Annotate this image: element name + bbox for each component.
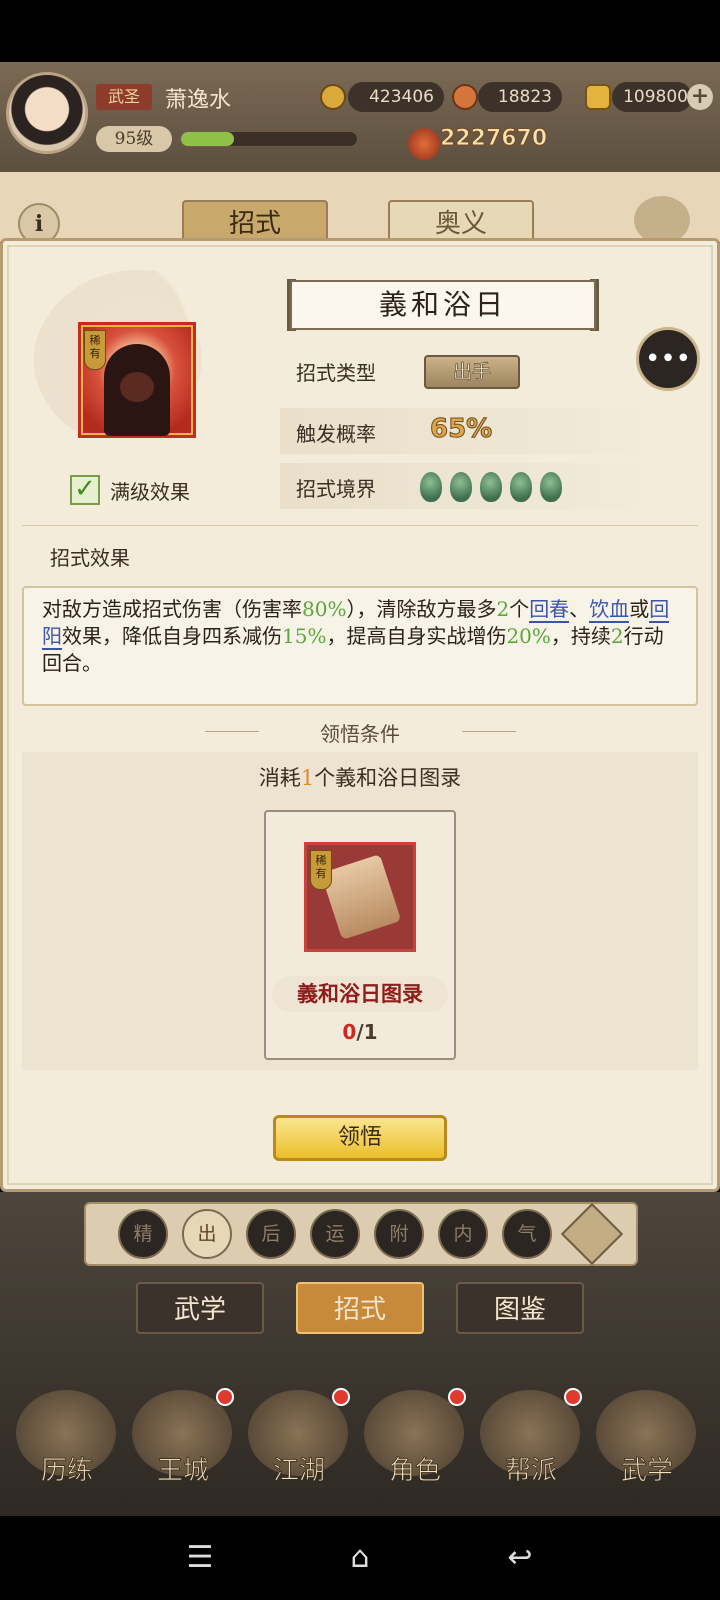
- realm-dot: [420, 472, 442, 502]
- effect-segment: 15%: [282, 624, 327, 648]
- type-value-button[interactable]: 出手: [424, 355, 520, 389]
- notification-dot: [564, 1388, 582, 1406]
- notification-dot: [216, 1388, 234, 1406]
- nav-label-2[interactable]: 江湖: [244, 1450, 354, 1487]
- gem-count: 18823: [478, 82, 562, 112]
- effect-segment: 2: [610, 624, 624, 648]
- effect-link[interactable]: 饮血: [589, 597, 630, 623]
- consume-count: 1: [300, 766, 315, 790]
- coin-count: 423406: [348, 82, 444, 112]
- effect-segment: 效果，降低自身四系减伤: [62, 624, 282, 648]
- player-level: 95级: [96, 126, 172, 152]
- effect-segment: 对敌方造成招式伤害（伤害率: [42, 597, 302, 621]
- effect-link[interactable]: 回春: [529, 597, 570, 623]
- chat-bubble-icon[interactable]: •••: [636, 327, 700, 391]
- effect-segment: 或: [629, 597, 650, 621]
- consume-prefix: 消耗: [258, 766, 301, 790]
- player-avatar[interactable]: [6, 72, 88, 154]
- combat-power: 2227670: [439, 126, 548, 152]
- section-divider: [22, 525, 698, 526]
- player-name: 萧逸水: [165, 88, 232, 113]
- gem-icon: [452, 84, 478, 110]
- home-icon[interactable]: ⌂: [340, 1538, 380, 1578]
- add-currency-icon[interactable]: +: [687, 84, 713, 110]
- realm-dot: [450, 472, 472, 502]
- effect-segment: 20%: [506, 624, 551, 648]
- item-have: 0: [342, 1020, 357, 1044]
- type-label: 招式类型: [296, 361, 376, 385]
- effect-segment: 个: [509, 597, 530, 621]
- coin-icon: [320, 84, 346, 110]
- comprehend-button[interactable]: 领悟: [273, 1115, 447, 1161]
- effect-segment: 2: [496, 597, 510, 621]
- filter-0[interactable]: 精: [118, 1209, 168, 1259]
- filter-3[interactable]: 运: [310, 1209, 360, 1259]
- effect-segment: 、: [569, 597, 590, 621]
- nav-label-3[interactable]: 角色: [360, 1450, 470, 1487]
- consume-text: 消耗1个義和浴日图录: [0, 762, 720, 792]
- effect-title: 招式效果: [50, 546, 130, 570]
- realm-dot: [510, 472, 532, 502]
- subtab-2[interactable]: 图鉴: [456, 1282, 584, 1334]
- effect-segment: ），清除敌方最多: [346, 597, 497, 621]
- consume-suffix: 个義和浴日图录: [314, 766, 462, 790]
- realm-dot: [480, 472, 502, 502]
- effect-segment: 80%: [302, 597, 347, 621]
- gold-count: 109800: [612, 82, 692, 112]
- back-icon[interactable]: ↩: [500, 1538, 540, 1578]
- player-rank-badge: 武圣: [96, 84, 152, 110]
- effect-description: 对敌方造成招式伤害（伤害率80%），清除敌方最多2个回春、饮血或回阳效果，降低自…: [42, 596, 682, 677]
- nav-label-0[interactable]: 历练: [12, 1450, 122, 1487]
- rank-emblem-icon[interactable]: [634, 196, 690, 244]
- max-effect-checkbox[interactable]: ✓: [70, 475, 100, 505]
- status-bar: [0, 0, 720, 62]
- filter-4[interactable]: 附: [374, 1209, 424, 1259]
- item-rarity-badge: 稀有: [310, 850, 332, 890]
- nav-label-4[interactable]: 帮派: [476, 1450, 586, 1487]
- power-icon: [408, 128, 440, 160]
- filter-2[interactable]: 后: [246, 1209, 296, 1259]
- notification-dot: [448, 1388, 466, 1406]
- xp-bar: [180, 131, 358, 147]
- nav-label-1[interactable]: 王城: [128, 1450, 238, 1487]
- filter-1[interactable]: 出: [182, 1209, 232, 1259]
- skill-name: 義和浴日: [290, 280, 596, 330]
- realm-dot: [540, 472, 562, 502]
- trigger-rate: 65%: [429, 414, 493, 445]
- item-need: /1: [356, 1020, 378, 1044]
- filter-6[interactable]: 气: [502, 1209, 552, 1259]
- subtab-0[interactable]: 武学: [136, 1282, 264, 1334]
- notification-dot: [332, 1388, 350, 1406]
- max-effect-label: 满级效果: [110, 480, 190, 504]
- xp-bar-fill: [181, 132, 234, 146]
- trigger-label: 触发概率: [296, 422, 376, 446]
- gold-ingot-icon: [585, 84, 611, 110]
- filter-5[interactable]: 内: [438, 1209, 488, 1259]
- figure-face-art: [120, 372, 154, 402]
- menu-icon[interactable]: ☰: [180, 1538, 220, 1578]
- top-tab-bar: [0, 172, 720, 242]
- effect-segment: ，提高自身实战增伤: [326, 624, 507, 648]
- item-name: 義和浴日图录: [272, 976, 448, 1012]
- nav-label-5[interactable]: 武学: [592, 1450, 702, 1487]
- player-header: [0, 62, 720, 172]
- rarity-badge: 稀有: [84, 330, 106, 370]
- item-count: 0/1: [0, 1020, 720, 1044]
- effect-segment: ，持续: [550, 624, 611, 648]
- realm-label: 招式境界: [296, 477, 376, 501]
- subtab-1[interactable]: 招式: [296, 1282, 424, 1334]
- comprehend-title: 领悟条件: [320, 722, 400, 746]
